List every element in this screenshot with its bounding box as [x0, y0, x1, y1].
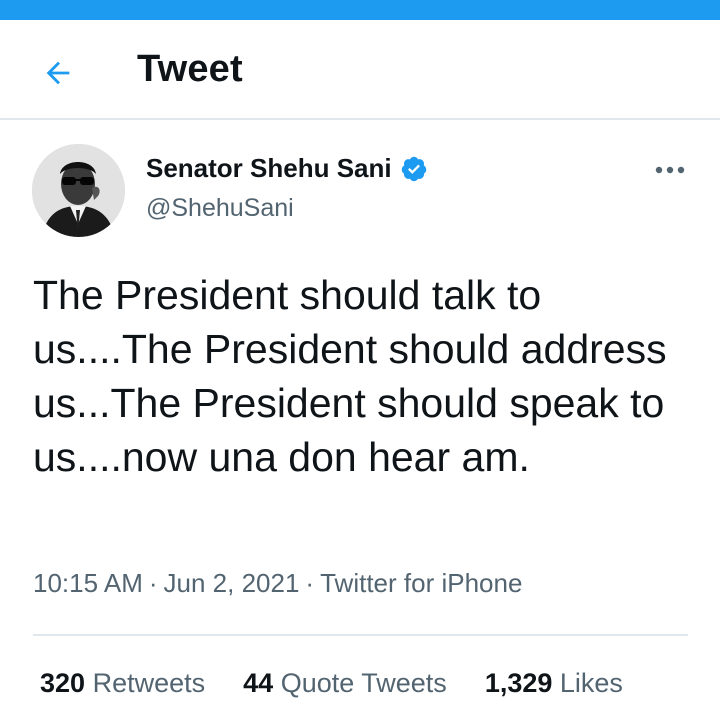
- back-button[interactable]: [36, 51, 80, 95]
- divider: [33, 634, 688, 636]
- retweets-count: 320: [40, 668, 86, 698]
- retweets-stat[interactable]: 320 Retweets: [40, 668, 205, 699]
- retweets-label: Retweets: [92, 668, 206, 698]
- author-name: Senator Shehu Sani: [146, 153, 392, 183]
- avatar[interactable]: [32, 144, 125, 237]
- tweet-source[interactable]: Twitter for iPhone: [320, 568, 522, 598]
- author-handle[interactable]: @ShehuSani: [146, 194, 294, 223]
- likes-label: Likes: [559, 668, 623, 698]
- more-options-button[interactable]: [650, 152, 690, 188]
- quote-tweets-stat[interactable]: 44 Quote Tweets: [243, 668, 447, 699]
- likes-count: 1,329: [484, 668, 553, 698]
- tweet-metadata: 10:15 AM · Jun 2, 2021 · Twitter for iPhone: [33, 568, 522, 599]
- quote-tweets-label: Quote Tweets: [280, 668, 447, 698]
- quote-tweets-count: 44: [243, 668, 274, 698]
- engagement-stats: 320 Retweets 44 Quote Tweets 1,329 Likes: [40, 668, 661, 699]
- header-bar: Tweet: [0, 20, 720, 120]
- meta-separator: ·: [148, 568, 158, 598]
- meta-separator: ·: [305, 568, 315, 598]
- more-dots-icon: [655, 166, 685, 174]
- arrow-left-icon: [46, 61, 70, 85]
- likes-stat[interactable]: 1,329 Likes: [485, 668, 623, 699]
- author-name-row[interactable]: Senator Shehu Sani: [146, 153, 428, 184]
- tweet-text: The President should talk to us....The P…: [33, 272, 667, 480]
- tweet-date[interactable]: Jun 2, 2021: [164, 568, 300, 598]
- tweet-time[interactable]: 10:15 AM: [33, 568, 143, 598]
- page-title: Tweet: [137, 48, 243, 90]
- top-accent-bar: [0, 0, 720, 20]
- verified-badge-icon: [400, 155, 428, 183]
- profile-photo: [32, 144, 125, 237]
